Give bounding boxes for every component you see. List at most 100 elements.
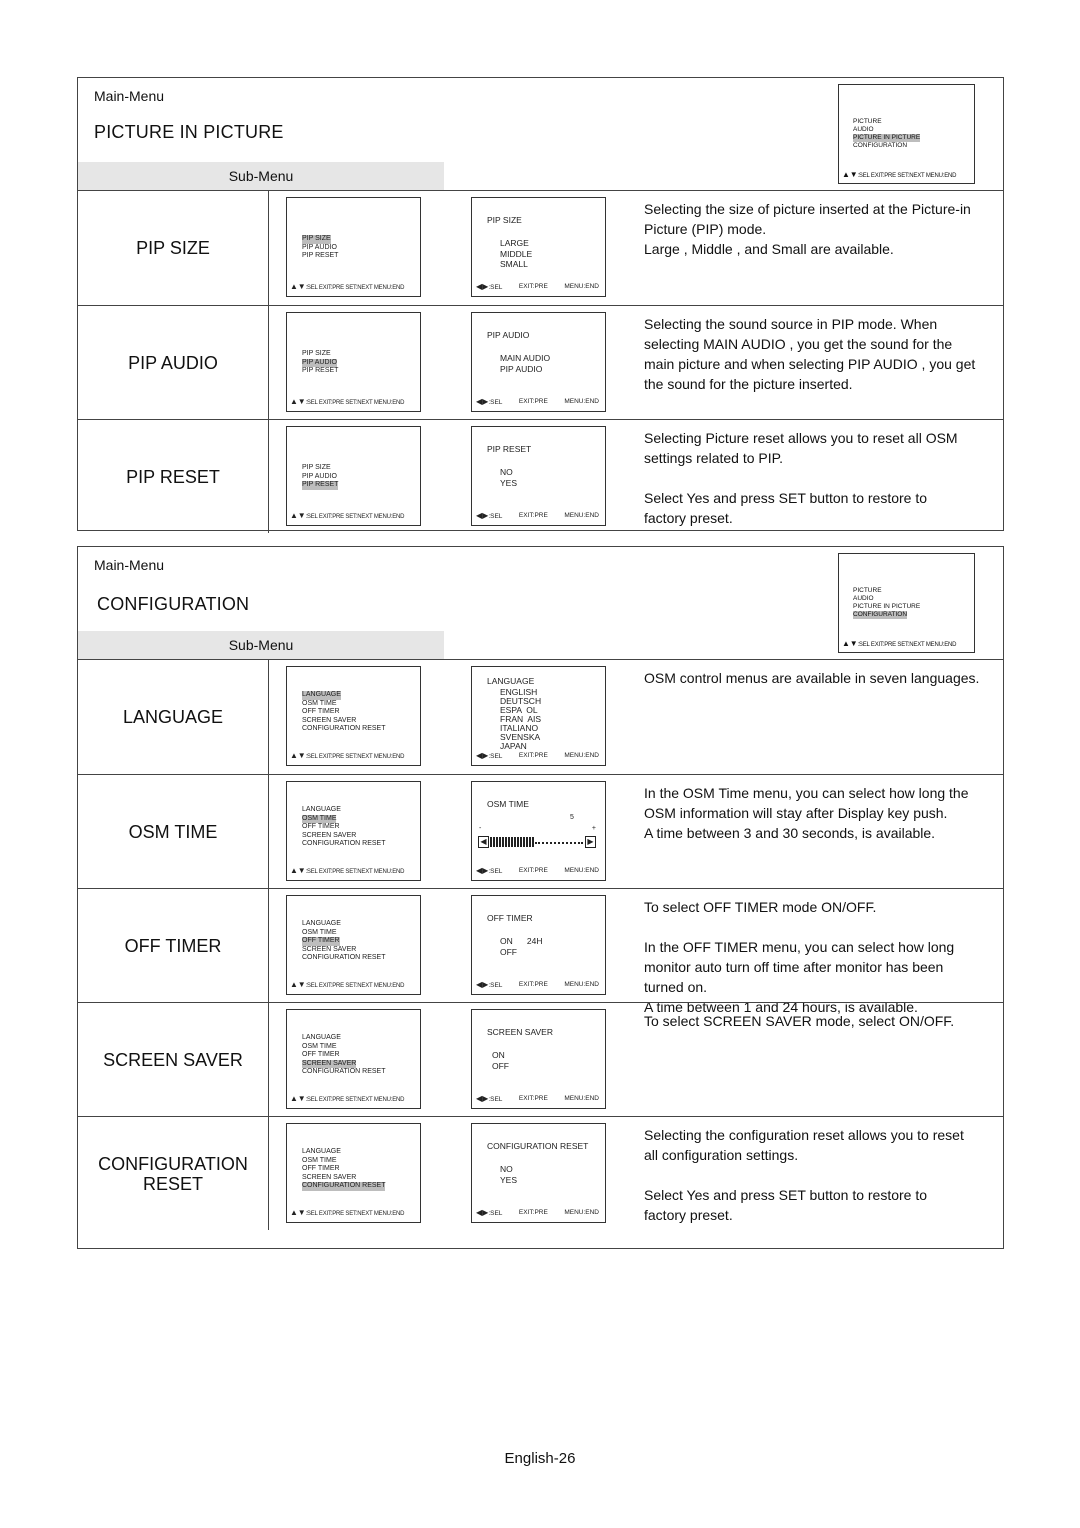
left-right-arrows-icon: ◀▶ xyxy=(476,282,489,292)
osm-menu-item: PICTURE xyxy=(851,587,922,595)
sel-hint: ◀▶:SEL xyxy=(476,398,502,408)
row-description: OSM control menus are available in seven… xyxy=(644,670,980,686)
osm-option-screen: PIP RESET NO YES ◀▶:SEL EXIT:PRE MENU:END xyxy=(471,426,606,526)
option-item[interactable]: OFF xyxy=(492,1061,509,1072)
osm-menu-item: PICTURE IN PICTURE xyxy=(851,603,922,611)
sel-hint: ◀▶:SEL xyxy=(476,867,502,877)
main-menu-label: Main-Menu xyxy=(94,557,165,573)
option-item[interactable]: NO xyxy=(500,1164,517,1175)
option-screen-title: SCREEN SAVER xyxy=(487,1027,553,1037)
osm-menu-item-label: LANGUAGE xyxy=(302,1148,341,1155)
osm-option-footer: ◀▶:SEL EXIT:PRE MENU:END xyxy=(476,398,599,408)
row-description: To select OFF TIMER mode ON/OFF. In the … xyxy=(644,899,955,1015)
osm-menu-item: PIP AUDIO xyxy=(300,473,340,482)
osm-menu-item-label: SCREEN SAVER xyxy=(302,831,357,839)
menu-hint: MENU:END xyxy=(564,512,599,520)
osm-submenu-screen: PIP SIZE PIP AUDIO PIP RESET ▲▼:SEL EXIT:PR… xyxy=(286,197,421,297)
osm-footer-text: :SEL EXIT:PRE SET:NEXT MENU:END xyxy=(305,869,405,876)
row-label: PIP RESET xyxy=(78,420,269,533)
option-list: ON 24H OFF xyxy=(500,936,543,957)
option-item[interactable]: NO xyxy=(500,467,517,478)
left-right-arrows-icon: ◀▶ xyxy=(476,980,489,990)
osm-menu-item: PIP SIZE xyxy=(300,350,340,359)
option-item[interactable]: JAPAN xyxy=(500,742,541,751)
osm-submenu-screen: LANGUAGE OSM TIME OFF TIMER SCREEN SAVER CON… xyxy=(286,666,421,766)
sel-hint: ◀▶:SEL xyxy=(476,283,502,293)
exit-hint: EXIT:PRE xyxy=(518,1095,548,1103)
osm-menu-item-label: OSM TIME xyxy=(302,928,337,936)
option-item[interactable]: PIP AUDIO xyxy=(500,364,550,375)
exit-hint: EXIT:PRE xyxy=(518,752,548,760)
exit-hint: EXIT:PRE xyxy=(518,512,548,520)
osm-menu-item-selected: CONFIGURATION xyxy=(853,611,908,619)
right-arrow-icon[interactable]: ▶ xyxy=(585,836,596,848)
exit-hint: EXIT:PRE xyxy=(518,1209,548,1217)
osm-menu-item-selected: PIP SIZE xyxy=(302,235,331,244)
osm-menu-item: PIP RESET xyxy=(300,367,340,376)
osm-option-footer: ◀▶:SEL EXIT:PRE MENU:END xyxy=(476,1095,599,1105)
osm-menu-item: LANGUAGE xyxy=(300,691,387,700)
osm-menu-item-label: LANGUAGE xyxy=(302,806,341,813)
configuration-header: Main-Menu CONFIGURATION Sub-Menu PICTURE… xyxy=(78,547,1003,660)
osm-footer-text: :SEL EXIT:PRE SET:NEXT MENU:END xyxy=(305,514,405,521)
osm-submenu-items: LANGUAGE OSM TIME OFF TIMER SCREEN SAVER CON… xyxy=(300,920,387,963)
option-item[interactable]: OFF xyxy=(500,947,543,958)
menu-row: OSM TIME LANGUAGE OSM TIME OFF TIMER SCREEN … xyxy=(78,774,1003,888)
osm-submenu-screen: PIP SIZE PIP AUDIO PIP RESET ▲▼:SEL EXIT:PR… xyxy=(286,426,421,526)
osm-menu-item-label: LANGUAGE xyxy=(302,1034,341,1041)
option-item[interactable]: MAIN AUDIO xyxy=(500,353,550,364)
osm-option-screen: OSM TIME 5- + ◀ ▶ ◀▶:SEL EXIT:PRE MENU:END xyxy=(471,781,606,881)
osm-option-footer: ◀▶:SEL EXIT:PRE MENU:END xyxy=(476,512,599,522)
osm-menu-item-label: PIP AUDIO xyxy=(302,243,337,251)
menu-row: SCREEN SAVER LANGUAGE OSM TIME OFF TIMER SCR… xyxy=(78,1002,1003,1116)
osm-submenu-items: LANGUAGE OSM TIME OFF TIMER SCREEN SAVER CON… xyxy=(300,691,387,734)
option-item[interactable]: LARGE xyxy=(500,238,532,249)
left-right-arrows-icon: ◀▶ xyxy=(476,751,489,761)
osm-footer: ▲▼:SEL EXIT:PRE SET:NEXT MENU:END xyxy=(290,867,404,877)
option-screen-title: OFF TIMER xyxy=(487,913,533,923)
osm-option-footer: ◀▶:SEL EXIT:PRE MENU:END xyxy=(476,867,599,877)
osm-menu-item-label: SCREEN SAVER xyxy=(302,1173,357,1181)
osm-menu-item: SCREEN SAVER xyxy=(300,717,387,726)
option-item[interactable]: SMALL xyxy=(500,259,532,270)
page-number: English-26 xyxy=(504,1450,576,1467)
osm-time-slider[interactable]: ◀ ▶ xyxy=(478,835,596,849)
osm-menu-item: OSM TIME xyxy=(300,700,387,709)
sel-hint: ◀▶:SEL xyxy=(476,512,502,522)
menu-hint: MENU:END xyxy=(564,1095,599,1103)
option-screen-title: OSM TIME xyxy=(487,799,529,809)
option-list: ON OFF xyxy=(492,1050,509,1071)
sel-hint: ◀▶:SEL xyxy=(476,1209,502,1219)
osm-menu-item: LANGUAGE xyxy=(300,920,387,929)
up-down-arrows-icon: ▲▼ xyxy=(290,511,306,521)
osm-menu-item-label: PICTURE xyxy=(853,118,882,125)
main-menu-items: PICTURE AUDIO PICTURE IN PICTURE CONFIGURAT… xyxy=(851,587,922,619)
option-list: NO YES xyxy=(500,467,517,488)
sel-hint-text: :SEL xyxy=(488,1210,503,1218)
menu-hint: MENU:END xyxy=(564,981,599,989)
osm-menu-item-selected: CONFIGURATION RESET xyxy=(302,1182,386,1191)
option-list: MAIN AUDIO PIP AUDIO xyxy=(500,353,550,374)
osm-option-screen: CONFIGURATION RESET NO YES ◀▶:SEL EXIT:PRE ME… xyxy=(471,1123,606,1223)
option-item[interactable]: YES xyxy=(500,478,517,489)
osm-footer: ▲▼:SEL EXIT:PRE SET:NEXT MENU:END xyxy=(290,283,404,293)
menu-row: PIP RESET PIP SIZE PIP AUDIO PIP RESET ▲▼:SE… xyxy=(78,419,1003,533)
option-item[interactable]: ON 24H xyxy=(500,936,543,947)
section-title: CONFIGURATION xyxy=(97,594,250,614)
sel-hint-text: :SEL xyxy=(488,1096,503,1104)
osm-menu-item: CONFIGURATION RESET xyxy=(300,725,387,734)
osm-submenu-items: PIP SIZE PIP AUDIO PIP RESET xyxy=(300,235,340,261)
left-right-arrows-icon: ◀▶ xyxy=(476,1094,489,1104)
osm-menu-item: CONFIGURATION RESET xyxy=(300,840,387,849)
row-label: LANGUAGE xyxy=(78,660,269,774)
osm-submenu-screen: LANGUAGE OSM TIME OFF TIMER SCREEN SAVER CON… xyxy=(286,781,421,881)
left-arrow-icon[interactable]: ◀ xyxy=(478,836,489,848)
osm-submenu-items: PIP SIZE PIP AUDIO PIP RESET xyxy=(300,350,340,376)
osm-menu-item: CONFIGURATION xyxy=(851,611,922,619)
option-item[interactable]: YES xyxy=(500,1175,517,1186)
osm-menu-item-label: PICTURE IN PICTURE xyxy=(853,603,921,610)
section-title: PICTURE IN PICTURE xyxy=(94,122,284,142)
option-item[interactable]: MIDDLE xyxy=(500,249,532,260)
osm-menu-item: PIP RESET xyxy=(300,481,340,490)
option-item[interactable]: ON xyxy=(492,1050,509,1061)
